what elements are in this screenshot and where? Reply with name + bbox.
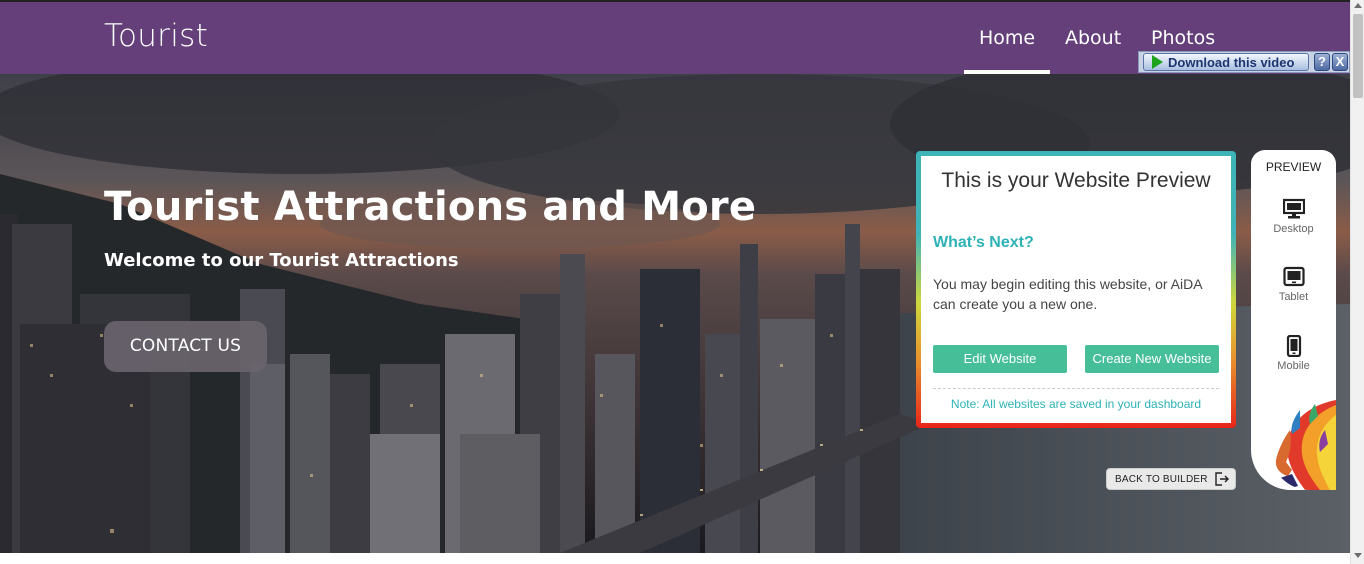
download-video-toolbar: Download this video ? X [1138, 51, 1350, 73]
help-button[interactable]: ? [1314, 53, 1330, 71]
preview-card-divider [933, 388, 1219, 389]
scroll-thumb[interactable] [1353, 14, 1363, 98]
site-brand[interactable]: Tourist [104, 18, 208, 54]
download-video-label: Download this video [1168, 55, 1295, 70]
website-preview-card: This is your Website Preview What’s Next… [921, 156, 1231, 423]
download-video-button[interactable]: Download this video [1143, 53, 1309, 71]
device-tablet-label: Tablet [1278, 291, 1309, 303]
scroll-down-arrow-icon[interactable] [1354, 553, 1362, 558]
back-to-builder-button[interactable]: BACK TO BUILDER [1106, 468, 1236, 490]
hero-title: Tourist Attractions and More [104, 184, 757, 230]
tablet-icon [1282, 266, 1305, 287]
mobile-icon [1286, 335, 1301, 357]
exit-icon [1215, 472, 1229, 486]
aida-logo[interactable] [1270, 400, 1336, 490]
device-desktop-label: Desktop [1273, 223, 1314, 235]
hero-subtitle: Welcome to our Tourist Attractions [104, 250, 459, 271]
nav-item-photos[interactable]: Photos [1151, 27, 1215, 49]
aida-face-icon [1270, 400, 1336, 490]
preview-card-body: You may begin editing this website, or A… [933, 276, 1202, 312]
scroll-up-arrow-icon[interactable] [1354, 3, 1362, 8]
page-scrollbar[interactable] [1350, 0, 1364, 564]
close-icon[interactable]: X [1332, 53, 1348, 71]
dashboard-note: Note: All websites are saved in your das… [950, 397, 1202, 411]
play-icon [1152, 55, 1163, 69]
desktop-icon [1282, 198, 1305, 219]
whats-next-heading: What’s Next? [933, 234, 1034, 251]
nav-item-home[interactable]: Home [979, 27, 1035, 49]
nav-item-about[interactable]: About [1065, 27, 1121, 49]
preview-panel-title: PREVIEW [1265, 160, 1322, 174]
device-desktop[interactable]: Desktop [1251, 198, 1336, 235]
preview-card-title: This is your Website Preview [941, 169, 1211, 192]
back-to-builder-label: BACK TO BUILDER [1115, 474, 1208, 485]
device-mobile[interactable]: Mobile [1251, 335, 1336, 372]
contact-us-button[interactable]: CONTACT US [104, 321, 267, 372]
device-tablet[interactable]: Tablet [1251, 266, 1336, 303]
create-new-website-button[interactable]: Create New Website [1085, 345, 1219, 373]
edit-website-button[interactable]: Edit Website [933, 345, 1067, 373]
device-mobile-label: Mobile [1277, 360, 1310, 372]
